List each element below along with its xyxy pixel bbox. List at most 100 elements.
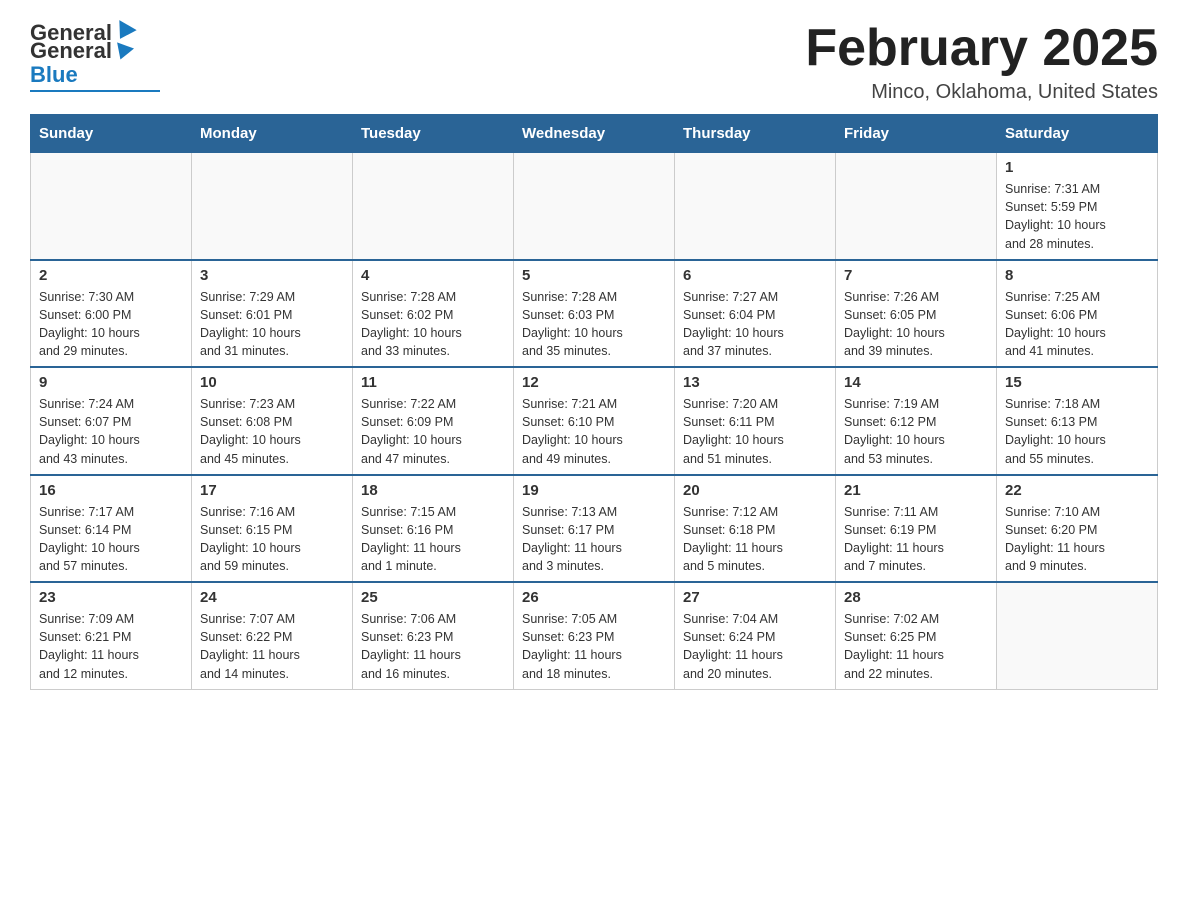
day-info: Sunrise: 7:02 AMSunset: 6:25 PMDaylight:… — [844, 610, 988, 683]
day-cell — [675, 153, 836, 260]
day-info: Sunrise: 7:28 AMSunset: 6:02 PMDaylight:… — [361, 288, 505, 361]
logo-underline — [30, 90, 160, 92]
day-number: 25 — [361, 589, 505, 606]
day-cell — [997, 582, 1158, 689]
day-cell: 12 Sunrise: 7:21 AMSunset: 6:10 PMDayligh… — [514, 367, 675, 475]
day-number: 12 — [522, 374, 666, 391]
day-cell: 14Sunrise: 7:19 AMSunset: 6:12 PMDayligh… — [836, 367, 997, 475]
day-number: 28 — [844, 589, 988, 606]
title-area: February 2025 Minco, Oklahoma, United St… — [805, 20, 1158, 104]
day-cell: 25 Sunrise: 7:06 AMSunset: 6:23 PMDayligh… — [353, 582, 514, 689]
day-cell: 6Sunrise: 7:27 AMSunset: 6:04 PMDaylight… — [675, 260, 836, 368]
day-number: 23 — [39, 589, 183, 606]
day-info: Sunrise: 7:31 AMSunset: 5:59 PMDaylight:… — [1005, 180, 1149, 253]
day-info: Sunrise: 7:09 AMSunset: 6:21 PMDaylight:… — [39, 610, 183, 683]
day-number: 26 — [522, 589, 666, 606]
day-number: 2 — [39, 267, 183, 284]
day-number: 3 — [200, 267, 344, 284]
day-info: Sunrise: 7:13 AMSunset: 6:17 PMDaylight:… — [522, 503, 666, 576]
day-number: 16 — [39, 482, 183, 499]
week-row-4: 16 Sunrise: 7:17 AMSunset: 6:14 PMDayligh… — [31, 475, 1158, 583]
location-title: Minco, Oklahoma, United States — [805, 81, 1158, 104]
day-info: Sunrise: 7:19 AMSunset: 6:12 PMDaylight:… — [844, 395, 988, 468]
day-info: Sunrise: 7:11 AMSunset: 6:19 PMDaylight:… — [844, 503, 988, 576]
day-info: Sunrise: 7:21 AMSunset: 6:10 PMDaylight:… — [522, 395, 666, 468]
day-number: 6 — [683, 267, 827, 284]
logo-triangle-icon2 — [112, 42, 134, 62]
day-info: Sunrise: 7:04 AMSunset: 6:24 PMDaylight:… — [683, 610, 827, 683]
day-header-thursday: Thursday — [675, 115, 836, 153]
week-row-2: 2 Sunrise: 7:30 AMSunset: 6:00 PMDaylight… — [31, 260, 1158, 368]
day-cell: 4 Sunrise: 7:28 AMSunset: 6:02 PMDaylight… — [353, 260, 514, 368]
day-info: Sunrise: 7:17 AMSunset: 6:14 PMDaylight:… — [39, 503, 183, 576]
day-number: 5 — [522, 267, 666, 284]
day-header-monday: Monday — [192, 115, 353, 153]
day-header-saturday: Saturday — [997, 115, 1158, 153]
day-info: Sunrise: 7:20 AMSunset: 6:11 PMDaylight:… — [683, 395, 827, 468]
day-number: 22 — [1005, 482, 1149, 499]
day-info: Sunrise: 7:29 AMSunset: 6:01 PMDaylight:… — [200, 288, 344, 361]
day-cell: 26 Sunrise: 7:05 AMSunset: 6:23 PMDayligh… — [514, 582, 675, 689]
day-info: Sunrise: 7:30 AMSunset: 6:00 PMDaylight:… — [39, 288, 183, 361]
day-info: Sunrise: 7:26 AMSunset: 6:05 PMDaylight:… — [844, 288, 988, 361]
day-info: Sunrise: 7:23 AMSunset: 6:08 PMDaylight:… — [200, 395, 344, 468]
day-number: 4 — [361, 267, 505, 284]
day-info: Sunrise: 7:28 AMSunset: 6:03 PMDaylight:… — [522, 288, 666, 361]
day-info: Sunrise: 7:25 AMSunset: 6:06 PMDaylight:… — [1005, 288, 1149, 361]
day-cell: 17 Sunrise: 7:16 AMSunset: 6:15 PMDayligh… — [192, 475, 353, 583]
day-number: 27 — [683, 589, 827, 606]
day-number: 1 — [1005, 159, 1149, 176]
day-number: 15 — [1005, 374, 1149, 391]
week-row-5: 23 Sunrise: 7:09 AMSunset: 6:21 PMDayligh… — [31, 582, 1158, 689]
day-cell: 2 Sunrise: 7:30 AMSunset: 6:00 PMDaylight… — [31, 260, 192, 368]
day-number: 9 — [39, 374, 183, 391]
day-cell — [353, 153, 514, 260]
day-number: 8 — [1005, 267, 1149, 284]
logo-general-text2: General — [30, 38, 112, 64]
day-cell: 3 Sunrise: 7:29 AMSunset: 6:01 PMDaylight… — [192, 260, 353, 368]
day-header-sunday: Sunday — [31, 115, 192, 153]
day-cell: 7 Sunrise: 7:26 AMSunset: 6:05 PMDaylight… — [836, 260, 997, 368]
day-number: 17 — [200, 482, 344, 499]
logo-blue-text: Blue — [30, 62, 78, 87]
day-info: Sunrise: 7:05 AMSunset: 6:23 PMDaylight:… — [522, 610, 666, 683]
day-info: Sunrise: 7:12 AMSunset: 6:18 PMDaylight:… — [683, 503, 827, 576]
day-info: Sunrise: 7:18 AMSunset: 6:13 PMDaylight:… — [1005, 395, 1149, 468]
day-number: 11 — [361, 374, 505, 391]
day-cell: 16 Sunrise: 7:17 AMSunset: 6:14 PMDayligh… — [31, 475, 192, 583]
day-cell: 8 Sunrise: 7:25 AMSunset: 6:06 PMDaylight… — [997, 260, 1158, 368]
day-cell: 9 Sunrise: 7:24 AMSunset: 6:07 PMDaylight… — [31, 367, 192, 475]
day-number: 24 — [200, 589, 344, 606]
day-cell — [514, 153, 675, 260]
day-cell: 5 Sunrise: 7:28 AMSunset: 6:03 PMDaylight… — [514, 260, 675, 368]
day-header-wednesday: Wednesday — [514, 115, 675, 153]
month-title: February 2025 — [805, 20, 1158, 77]
day-cell: 15 Sunrise: 7:18 AMSunset: 6:13 PMDayligh… — [997, 367, 1158, 475]
day-info: Sunrise: 7:22 AMSunset: 6:09 PMDaylight:… — [361, 395, 505, 468]
day-info: Sunrise: 7:24 AMSunset: 6:07 PMDaylight:… — [39, 395, 183, 468]
day-info: Sunrise: 7:10 AMSunset: 6:20 PMDaylight:… — [1005, 503, 1149, 576]
day-info: Sunrise: 7:06 AMSunset: 6:23 PMDaylight:… — [361, 610, 505, 683]
day-cell — [836, 153, 997, 260]
week-row-3: 9 Sunrise: 7:24 AMSunset: 6:07 PMDaylight… — [31, 367, 1158, 475]
day-number: 13 — [683, 374, 827, 391]
day-number: 18 — [361, 482, 505, 499]
day-cell: 19Sunrise: 7:13 AMSunset: 6:17 PMDayligh… — [514, 475, 675, 583]
day-number: 20 — [683, 482, 827, 499]
logo-area: General General Blue — [30, 20, 160, 92]
day-info: Sunrise: 7:07 AMSunset: 6:22 PMDaylight:… — [200, 610, 344, 683]
day-number: 7 — [844, 267, 988, 284]
week-row-1: 1 Sunrise: 7:31 AMSunset: 5:59 PMDaylight… — [31, 153, 1158, 260]
header-row: SundayMondayTuesdayWednesdayThursdayFrid… — [31, 115, 1158, 153]
day-info: Sunrise: 7:16 AMSunset: 6:15 PMDaylight:… — [200, 503, 344, 576]
day-cell: 20 Sunrise: 7:12 AMSunset: 6:18 PMDayligh… — [675, 475, 836, 583]
day-cell: 28 Sunrise: 7:02 AMSunset: 6:25 PMDayligh… — [836, 582, 997, 689]
day-cell: 1 Sunrise: 7:31 AMSunset: 5:59 PMDaylight… — [997, 153, 1158, 260]
day-cell: 11 Sunrise: 7:22 AMSunset: 6:09 PMDayligh… — [353, 367, 514, 475]
day-cell: 23 Sunrise: 7:09 AMSunset: 6:21 PMDayligh… — [31, 582, 192, 689]
day-cell: 24 Sunrise: 7:07 AMSunset: 6:22 PMDayligh… — [192, 582, 353, 689]
day-info: Sunrise: 7:15 AMSunset: 6:16 PMDaylight:… — [361, 503, 505, 576]
day-cell: 10Sunrise: 7:23 AMSunset: 6:08 PMDayligh… — [192, 367, 353, 475]
day-cell: 21Sunrise: 7:11 AMSunset: 6:19 PMDayligh… — [836, 475, 997, 583]
day-cell — [31, 153, 192, 260]
